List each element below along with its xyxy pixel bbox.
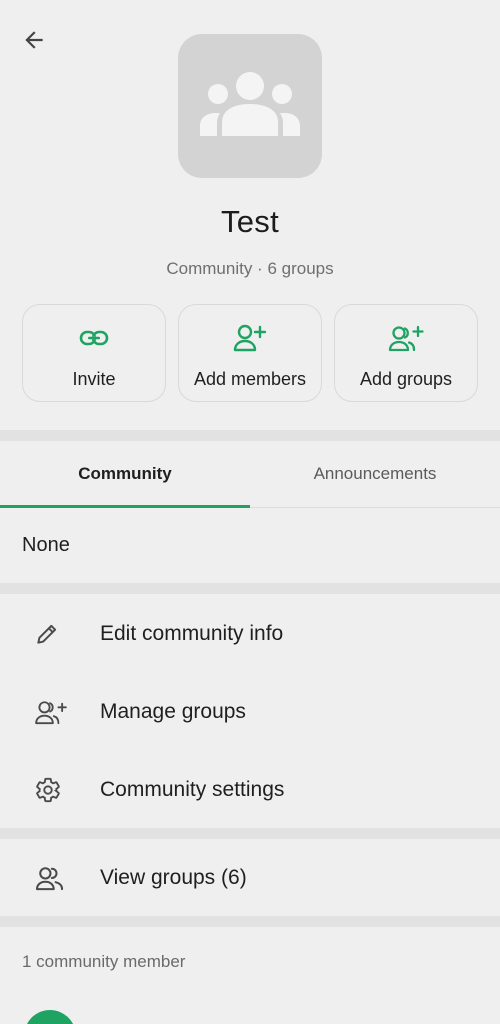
community-name: Test [220, 204, 280, 239]
avatar[interactable] [24, 1010, 76, 1024]
pencil-icon [37, 624, 57, 644]
arrow-left-icon [25, 31, 43, 49]
invite-button[interactable]: Invite [22, 304, 166, 402]
view-groups-item[interactable]: View groups (6) [0, 839, 500, 917]
community-settings-item[interactable]: Community settings [0, 751, 500, 829]
add-groups-button[interactable]: Add groups [334, 304, 478, 402]
group-add-icon [388, 325, 424, 352]
community-avatar[interactable] [178, 34, 322, 178]
community-subtitle: Community · 6 groups [166, 259, 334, 278]
add-members-button[interactable]: Add members [178, 304, 322, 402]
person-add-icon [233, 324, 267, 352]
edit-community-info-item[interactable]: Edit community info [0, 595, 500, 673]
tab-community[interactable]: Community [0, 441, 250, 508]
tab-bar: Community Announcements [0, 441, 500, 508]
community-info-page: Test Community · 6 groups Invite Add mem… [0, 0, 500, 1024]
section-divider [0, 583, 500, 594]
tab-announcements[interactable]: Announcements [250, 441, 500, 507]
action-buttons: Invite Add members Add groups [22, 304, 478, 402]
members-heading: 1 community member [22, 952, 186, 971]
gear-icon [36, 777, 60, 803]
section-divider [0, 430, 500, 441]
manage-groups-item[interactable]: Manage groups [0, 673, 500, 751]
groups-icon [35, 867, 64, 891]
section-divider [0, 828, 500, 839]
section-divider [0, 916, 500, 927]
manage-groups-icon [35, 701, 67, 725]
community-group-icon [200, 72, 300, 136]
community-description: None [22, 534, 70, 556]
link-icon [79, 330, 109, 346]
back-button[interactable] [14, 22, 54, 58]
